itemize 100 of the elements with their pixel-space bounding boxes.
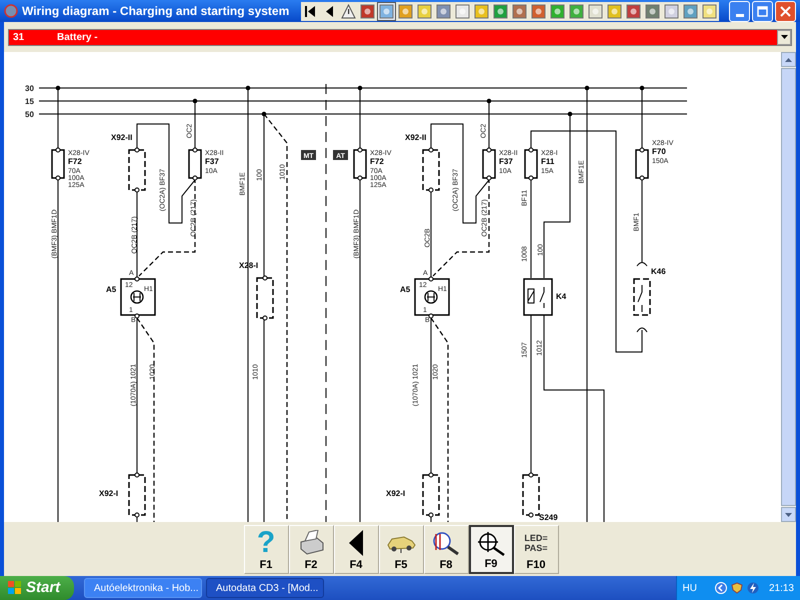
icon-text: LED= [524,532,548,542]
caret-icon [780,35,788,39]
fuse-label: F72 [370,157,384,166]
bus-label: 50 [25,110,34,119]
circuit-dropdown[interactable]: 31 Battery - [8,28,792,46]
close-button[interactable] [775,0,796,22]
tile-icon [626,4,641,18]
scroll-down-button[interactable] [781,507,796,522]
caret-down-icon [785,512,792,516]
bus-label: 15 [25,97,34,106]
connector-label: X92-I [99,489,118,498]
tile-icon [417,4,432,18]
bus-label: 30 [25,84,34,93]
tile-icon [455,4,470,18]
circuit-name: Battery - [57,30,98,44]
magnifier-icon [476,530,506,556]
app-icon [4,4,18,18]
lamp-module-symbol [414,276,450,318]
minimize-button[interactable] [729,0,750,22]
function-key-button[interactable]: ? F1 [244,524,288,574]
connector-symbol [128,148,146,192]
tile-icon [493,4,508,18]
chevron-icon[interactable] [714,582,727,594]
tile-icon [398,4,413,18]
tile-icon [360,4,375,18]
fuse-symbol [51,148,65,180]
scroll-up-button[interactable] [781,52,796,67]
fuse-label: F37 [205,157,219,166]
tile-icon [379,4,394,18]
windows-flag-icon [8,581,22,595]
tile-icon [569,4,584,18]
toolbar-button[interactable] [377,2,396,20]
connector-symbol [522,472,540,518]
connector-label: X92-I [386,489,406,498]
magnifier-icon [431,530,461,556]
connector-symbol [256,276,274,320]
lightning-icon[interactable] [746,582,759,594]
junction-dot [246,86,250,90]
clock: 21:13 [768,582,794,596]
fuse-label: F70 [652,147,666,156]
taskbar-button[interactable]: Autóelektronika - Hob... [84,578,202,598]
function-key-button[interactable]: F9 [468,524,514,574]
connector-symbol [422,472,440,518]
fuse-symbol [353,148,367,180]
lamp-module-symbol [120,276,156,318]
tile-icon [474,4,489,18]
minimize-icon [736,14,744,16]
circuit-code: 31 [12,30,26,44]
component-label: K46 [651,267,666,276]
question-mark-icon: ? [256,528,276,558]
junction-dot [358,86,362,90]
tile-icon [436,4,451,18]
icon-text: PAS= [524,542,548,552]
tile-icon [607,4,622,18]
connector-symbol [422,148,440,192]
fuse-symbol [524,148,538,180]
tile-icon [683,4,698,18]
fuse-label: F72 [68,157,82,166]
connector-symbol [128,472,146,518]
tile-icon [531,4,546,18]
shield-icon[interactable] [730,582,743,594]
component-label: K4 [556,292,566,301]
close-icon [780,6,791,16]
caret-up-icon [785,58,792,62]
connector-label: X92-II [405,133,426,142]
maximize-button[interactable] [752,0,773,22]
function-key-button[interactable]: F5 [378,524,424,574]
connector-label: X92-II [111,133,132,142]
maximize-icon [757,6,768,16]
junction-dot [56,86,60,90]
dropdown-arrow-button[interactable] [777,30,791,44]
tile-icon [664,4,679,18]
fuse-label: F11 [541,157,554,166]
relay-symbol [523,278,553,316]
tile-icon [550,4,565,18]
tile-icon [645,4,660,18]
fuse-symbol [188,148,202,180]
window-title: Wiring diagram - Charging and starting system [22,3,290,20]
tile-icon [702,4,717,18]
junction-dot [568,112,572,116]
switch-symbol [633,262,651,332]
tile-icon [588,4,603,18]
taskbar-button[interactable]: Autodata CD3 - [Mod... [206,578,324,598]
junction-dot [262,112,266,116]
function-key-button[interactable]: LED= PAS= F10 [514,524,558,574]
fuse-symbol [482,148,496,180]
junction-dot [486,98,492,104]
connector-label: S249 [539,513,558,522]
function-key-button[interactable]: F8 [424,524,468,574]
function-key-button[interactable]: F4 [334,524,378,574]
component-label: A5 [106,285,116,294]
component-label: A5 [400,285,410,294]
junction-dot [192,98,198,104]
junction-dot [584,86,590,90]
fuse-symbol [635,148,649,180]
skip-start-icon [303,4,318,18]
tile-icon [512,4,527,18]
function-key-button[interactable]: F2 [288,524,334,574]
triangle-left-icon [349,530,363,556]
fuse-label: F37 [499,157,513,166]
